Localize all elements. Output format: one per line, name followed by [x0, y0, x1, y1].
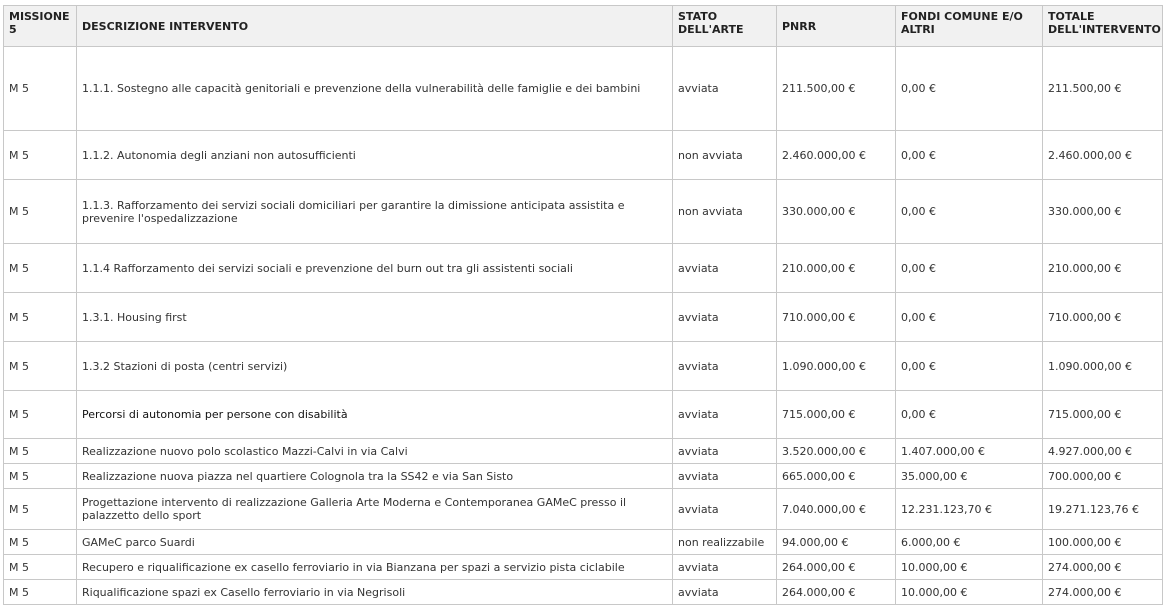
cell-pnrr: 665.000,00 €	[776, 463, 896, 489]
cell-descrizione: GAMeC parco Suardi	[76, 529, 673, 555]
table-header-row: MISSIONE 5 DESCRIZIONE INTERVENTO STATO …	[3, 5, 1163, 47]
cell-stato: non avviata	[672, 130, 777, 180]
cell-totale: 210.000,00 €	[1042, 243, 1163, 293]
table-row: M 5 Recupero e riqualificazione ex casel…	[3, 554, 1163, 580]
table-row: M 5 Realizzazione nuovo polo scolastico …	[3, 438, 1163, 464]
table-row: M 5 Realizzazione nuova piazza nel quart…	[3, 463, 1163, 489]
header-fondi: FONDI COMUNE E/O ALTRI	[895, 5, 1043, 47]
cell-pnrr: 710.000,00 €	[776, 292, 896, 342]
cell-stato: avviata	[672, 341, 777, 391]
cell-stato: avviata	[672, 438, 777, 464]
table-row: M 5 Percorsi di autonomia per persone co…	[3, 390, 1163, 439]
table-row: M 5 1.1.2. Autonomia degli anziani non a…	[3, 130, 1163, 180]
cell-stato: avviata	[672, 243, 777, 293]
cell-pnrr: 715.000,00 €	[776, 390, 896, 439]
header-pnrr: PNRR	[776, 5, 896, 47]
cell-fondi: 0,00 €	[895, 390, 1043, 439]
cell-pnrr: 264.000,00 €	[776, 579, 896, 605]
cell-descrizione: Percorsi di autonomia per persone con di…	[76, 390, 673, 439]
cell-stato: avviata	[672, 390, 777, 439]
cell-stato: avviata	[672, 463, 777, 489]
table-row: M 5 GAMeC parco Suardi non realizzabile …	[3, 529, 1163, 555]
cell-totale: 715.000,00 €	[1042, 390, 1163, 439]
cell-missione: M 5	[3, 463, 77, 489]
cell-descrizione: Realizzazione nuovo polo scolastico Mazz…	[76, 438, 673, 464]
cell-missione: M 5	[3, 46, 77, 131]
cell-stato: non realizzabile	[672, 529, 777, 555]
table-row: M 5 1.1.3. Rafforzamento dei servizi soc…	[3, 179, 1163, 244]
table-row: M 5 Progettazione intervento di realizza…	[3, 488, 1163, 530]
cell-fondi: 1.407.000,00 €	[895, 438, 1043, 464]
cell-missione: M 5	[3, 579, 77, 605]
cell-missione: M 5	[3, 529, 77, 555]
cell-stato: avviata	[672, 554, 777, 580]
cell-stato: non avviata	[672, 179, 777, 244]
cell-stato: avviata	[672, 292, 777, 342]
table-row: M 5 1.3.2 Stazioni di posta (centri serv…	[3, 341, 1163, 391]
cell-pnrr: 7.040.000,00 €	[776, 488, 896, 530]
cell-pnrr: 94.000,00 €	[776, 529, 896, 555]
cell-descrizione: 1.1.1. Sostegno alle capacità genitorial…	[76, 46, 673, 131]
cell-missione: M 5	[3, 554, 77, 580]
cell-totale: 19.271.123,76 €	[1042, 488, 1163, 530]
cell-fondi: 0,00 €	[895, 292, 1043, 342]
cell-pnrr: 264.000,00 €	[776, 554, 896, 580]
cell-fondi: 0,00 €	[895, 46, 1043, 131]
cell-totale: 1.090.000,00 €	[1042, 341, 1163, 391]
header-stato: STATO DELL'ARTE	[672, 5, 777, 47]
cell-totale: 274.000,00 €	[1042, 579, 1163, 605]
cell-pnrr: 330.000,00 €	[776, 179, 896, 244]
cell-totale: 4.927.000,00 €	[1042, 438, 1163, 464]
cell-pnrr: 210.000,00 €	[776, 243, 896, 293]
cell-totale: 700.000,00 €	[1042, 463, 1163, 489]
cell-missione: M 5	[3, 488, 77, 530]
cell-pnrr: 211.500,00 €	[776, 46, 896, 131]
cell-totale: 274.000,00 €	[1042, 554, 1163, 580]
cell-pnrr: 2.460.000,00 €	[776, 130, 896, 180]
cell-fondi: 0,00 €	[895, 179, 1043, 244]
cell-fondi: 35.000,00 €	[895, 463, 1043, 489]
cell-fondi: 10.000,00 €	[895, 554, 1043, 580]
cell-totale: 2.460.000,00 €	[1042, 130, 1163, 180]
cell-descrizione: Realizzazione nuova piazza nel quartiere…	[76, 463, 673, 489]
cell-descrizione: Progettazione intervento di realizzazion…	[76, 488, 673, 530]
cell-descrizione: 1.1.2. Autonomia degli anziani non autos…	[76, 130, 673, 180]
cell-descrizione: Recupero e riqualificazione ex casello f…	[76, 554, 673, 580]
cell-missione: M 5	[3, 438, 77, 464]
header-descrizione: DESCRIZIONE INTERVENTO	[76, 5, 673, 47]
cell-fondi: 10.000,00 €	[895, 579, 1043, 605]
cell-stato: avviata	[672, 488, 777, 530]
cell-missione: M 5	[3, 130, 77, 180]
cell-totale: 100.000,00 €	[1042, 529, 1163, 555]
table-row: M 5 1.1.1. Sostegno alle capacità genito…	[3, 46, 1163, 131]
cell-pnrr: 3.520.000,00 €	[776, 438, 896, 464]
cell-stato: avviata	[672, 46, 777, 131]
cell-totale: 710.000,00 €	[1042, 292, 1163, 342]
cell-pnrr: 1.090.000,00 €	[776, 341, 896, 391]
header-missione: MISSIONE 5	[3, 5, 77, 47]
cell-totale: 211.500,00 €	[1042, 46, 1163, 131]
cell-totale: 330.000,00 €	[1042, 179, 1163, 244]
cell-descrizione: 1.1.4 Rafforzamento dei servizi sociali …	[76, 243, 673, 293]
cell-descrizione: 1.1.3. Rafforzamento dei servizi sociali…	[76, 179, 673, 244]
table-row: M 5 Riqualificazione spazi ex Casello fe…	[3, 579, 1163, 605]
cell-missione: M 5	[3, 341, 77, 391]
cell-fondi: 0,00 €	[895, 130, 1043, 180]
cell-stato: avviata	[672, 579, 777, 605]
cell-fondi: 6.000,00 €	[895, 529, 1043, 555]
cell-missione: M 5	[3, 390, 77, 439]
cell-descrizione: 1.3.1. Housing first	[76, 292, 673, 342]
cell-fondi: 12.231.123,70 €	[895, 488, 1043, 530]
cell-missione: M 5	[3, 179, 77, 244]
interventi-table: MISSIONE 5 DESCRIZIONE INTERVENTO STATO …	[3, 5, 1163, 605]
cell-missione: M 5	[3, 292, 77, 342]
table-row: M 5 1.1.4 Rafforzamento dei servizi soci…	[3, 243, 1163, 293]
header-totale: TOTALE DELL'INTERVENTO	[1042, 5, 1163, 47]
cell-descrizione: Riqualificazione spazi ex Casello ferrov…	[76, 579, 673, 605]
table-row: M 5 1.3.1. Housing first avviata 710.000…	[3, 292, 1163, 342]
cell-fondi: 0,00 €	[895, 243, 1043, 293]
cell-fondi: 0,00 €	[895, 341, 1043, 391]
cell-missione: M 5	[3, 243, 77, 293]
cell-descrizione: 1.3.2 Stazioni di posta (centri servizi)	[76, 341, 673, 391]
